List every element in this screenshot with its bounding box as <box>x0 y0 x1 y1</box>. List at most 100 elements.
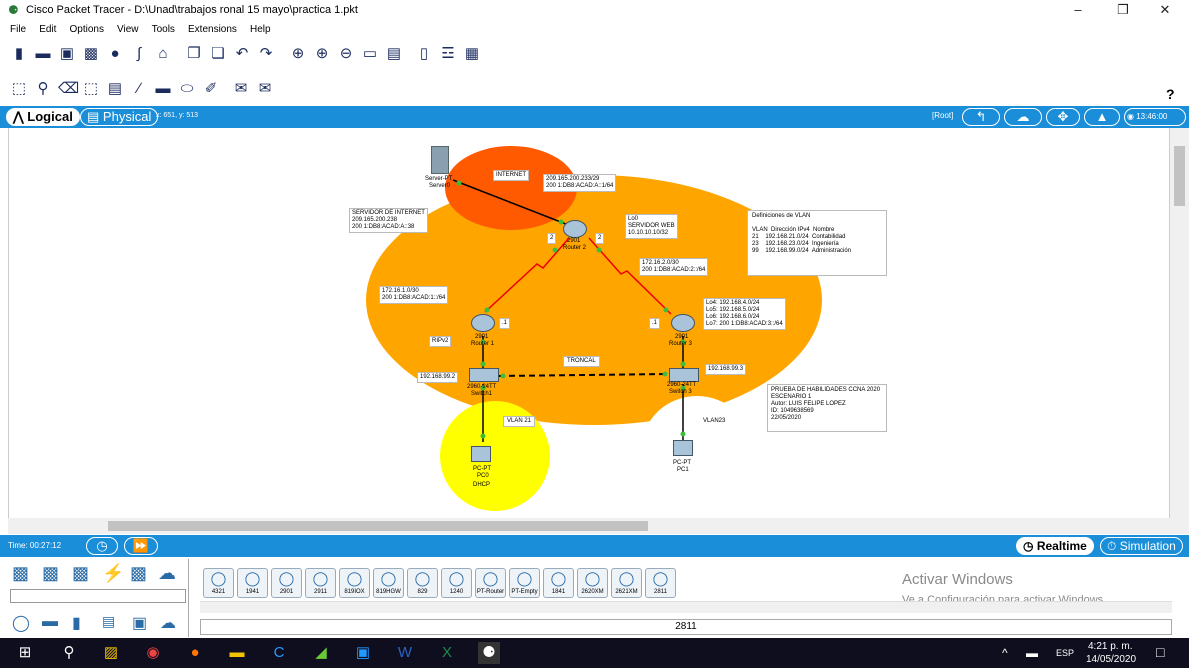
realtime-button[interactable]: ◷ Realtime <box>1016 537 1094 555</box>
device-button-829[interactable]: ◯ 829 <box>407 568 438 598</box>
android-studio-icon[interactable]: ◢ <box>310 642 332 664</box>
word-icon[interactable]: W <box>394 642 416 664</box>
copy-icon[interactable]: ❐ <box>185 45 203 63</box>
firefox-icon[interactable]: ● <box>184 642 206 664</box>
device-button-2901[interactable]: ◯ 2901 <box>271 568 302 598</box>
device-button-2811[interactable]: ◯ 2811 <box>645 568 676 598</box>
router-icon[interactable] <box>471 314 495 332</box>
note-icon[interactable]: ▤ <box>106 80 124 98</box>
file-explorer-icon[interactable]: ▬ <box>226 642 248 664</box>
device-search-field[interactable] <box>10 589 186 603</box>
delete-icon[interactable]: ⌫ <box>58 80 79 98</box>
cluster-icon[interactable]: ☲ <box>439 45 457 63</box>
device-button-2620xm[interactable]: ◯ 2620XM <box>577 568 608 598</box>
image-icon[interactable]: ▦ <box>463 45 481 63</box>
viewport-icon[interactable]: ▲ <box>1084 108 1120 126</box>
connections-icon[interactable]: ⚡ <box>102 563 124 584</box>
open-folder-icon[interactable]: ▬ <box>34 45 52 63</box>
maximize-button[interactable]: ❐ <box>1103 2 1143 20</box>
inspect-icon[interactable]: ⚲ <box>34 80 52 98</box>
info-icon[interactable]: ● <box>106 45 124 63</box>
horizontal-scrollbar[interactable] <box>8 518 1189 534</box>
vertical-scrollbar[interactable] <box>1170 128 1189 518</box>
router-icon[interactable] <box>563 220 587 238</box>
language-indicator[interactable]: ESP <box>1056 648 1074 658</box>
freeform-icon[interactable]: ✐ <box>202 80 220 98</box>
device-button-1240[interactable]: ◯ 1240 <box>441 568 472 598</box>
drawing-palette-icon[interactable]: ▭ <box>361 45 379 63</box>
close-button[interactable]: ✕ <box>1145 2 1185 20</box>
pc-icon[interactable] <box>673 440 693 456</box>
components-icon[interactable]: ▩ <box>72 563 89 584</box>
rectangle-icon[interactable]: ▬ <box>154 80 172 98</box>
windows-start-icon[interactable]: ⊞ <box>14 642 36 664</box>
routers-icon[interactable]: ◯ <box>12 613 30 633</box>
device-button-pt-empty[interactable]: ◯ PT-Empty <box>509 568 540 598</box>
taskbar-date[interactable]: 14/05/2020 <box>1086 654 1136 665</box>
menu-help[interactable]: Help <box>250 24 271 35</box>
reset-time-icon[interactable]: ◷ <box>86 537 118 555</box>
zoom-out-icon[interactable]: ⊖ <box>337 45 355 63</box>
server-icon[interactable] <box>431 146 449 174</box>
tray-chevron-icon[interactable]: ^ <box>1002 646 1008 660</box>
zoom-icon[interactable]: ▣ <box>352 642 374 664</box>
zoom-in-icon[interactable]: ⊕ <box>289 45 307 63</box>
device-button-2911[interactable]: ◯ 2911 <box>305 568 336 598</box>
horizontal-scroll-thumb[interactable] <box>108 521 648 531</box>
device-scrollbar[interactable] <box>200 601 1172 613</box>
menu-tools[interactable]: Tools <box>152 24 175 35</box>
security-icon[interactable]: ▣ <box>132 613 147 633</box>
select-icon[interactable]: ⬚ <box>10 80 28 98</box>
wan-emu-icon[interactable]: ☁ <box>160 613 176 633</box>
vertical-scroll-thumb[interactable] <box>1174 146 1185 206</box>
network-info-icon[interactable]: ⌂ <box>154 45 172 63</box>
custom-device-icon[interactable]: ▤ <box>385 45 403 63</box>
switch-icon[interactable] <box>469 368 499 382</box>
device-button-2621xm[interactable]: ◯ 2621XM <box>611 568 642 598</box>
redo-icon[interactable]: ↷ <box>257 45 275 63</box>
hubs-icon[interactable]: ▮ <box>72 613 81 633</box>
line-icon[interactable]: ∕ <box>130 80 148 98</box>
packet-tracer-icon[interactable]: ⚈ <box>478 642 500 664</box>
device-button-4321[interactable]: ◯ 4321 <box>203 568 234 598</box>
ellipse-icon[interactable]: ⬭ <box>178 80 196 98</box>
new-cluster-icon[interactable]: ☁ <box>1004 108 1042 126</box>
fast-forward-icon[interactable]: ⏩ <box>124 537 158 555</box>
device-button-1941[interactable]: ◯ 1941 <box>237 568 268 598</box>
save-icon[interactable]: ▣ <box>58 45 76 63</box>
wireless-icon[interactable]: ▤ <box>102 613 115 630</box>
simulation-button[interactable]: ⏱ Simulation <box>1100 537 1183 555</box>
simple-pdu-icon[interactable]: ✉ <box>232 80 250 98</box>
new-file-icon[interactable]: ▮ <box>10 45 28 63</box>
search-icon[interactable]: ⚲ <box>58 642 80 664</box>
ipc-icon[interactable]: ▯ <box>415 45 433 63</box>
activity-wizard-icon[interactable]: ∫ <box>130 45 148 63</box>
chrome-icon[interactable]: ◉ <box>142 642 164 664</box>
device-button-819iox[interactable]: ◯ 819IOX <box>339 568 370 598</box>
device-button-pt-router[interactable]: ◯ PT-Router <box>475 568 506 598</box>
end-devices-icon[interactable]: ▩ <box>42 563 59 584</box>
network-tray-icon[interactable]: ▬ <box>1026 646 1038 660</box>
switches-icon[interactable]: ▬ <box>42 613 58 631</box>
device-button-819hgw[interactable]: ◯ 819HGW <box>373 568 404 598</box>
physical-tab[interactable]: ▤ Physical <box>80 108 159 126</box>
router-icon[interactable] <box>671 314 695 332</box>
misc-icon[interactable]: ▩ <box>130 563 147 584</box>
notification-icon[interactable]: □ <box>1156 644 1164 660</box>
undo-icon[interactable]: ↶ <box>233 45 251 63</box>
device-button-1841[interactable]: ◯ 1841 <box>543 568 574 598</box>
menu-file[interactable]: File <box>10 24 26 35</box>
root-label[interactable]: [Root] <box>932 111 953 120</box>
store-icon[interactable]: ▨ <box>100 642 122 664</box>
pc-icon[interactable] <box>471 446 491 462</box>
excel-icon[interactable]: X <box>436 642 458 664</box>
paste-icon[interactable]: ❏ <box>209 45 227 63</box>
menu-options[interactable]: Options <box>69 24 103 35</box>
minimize-button[interactable]: – <box>1058 2 1098 20</box>
zoom-reset-icon[interactable]: ⊕ <box>313 45 331 63</box>
menu-view[interactable]: View <box>117 24 139 35</box>
print-icon[interactable]: ▩ <box>82 45 100 63</box>
complex-pdu-icon[interactable]: ✉ <box>256 80 274 98</box>
back-icon[interactable]: ↰ <box>962 108 1000 126</box>
move-object-icon[interactable]: ✥ <box>1046 108 1080 126</box>
